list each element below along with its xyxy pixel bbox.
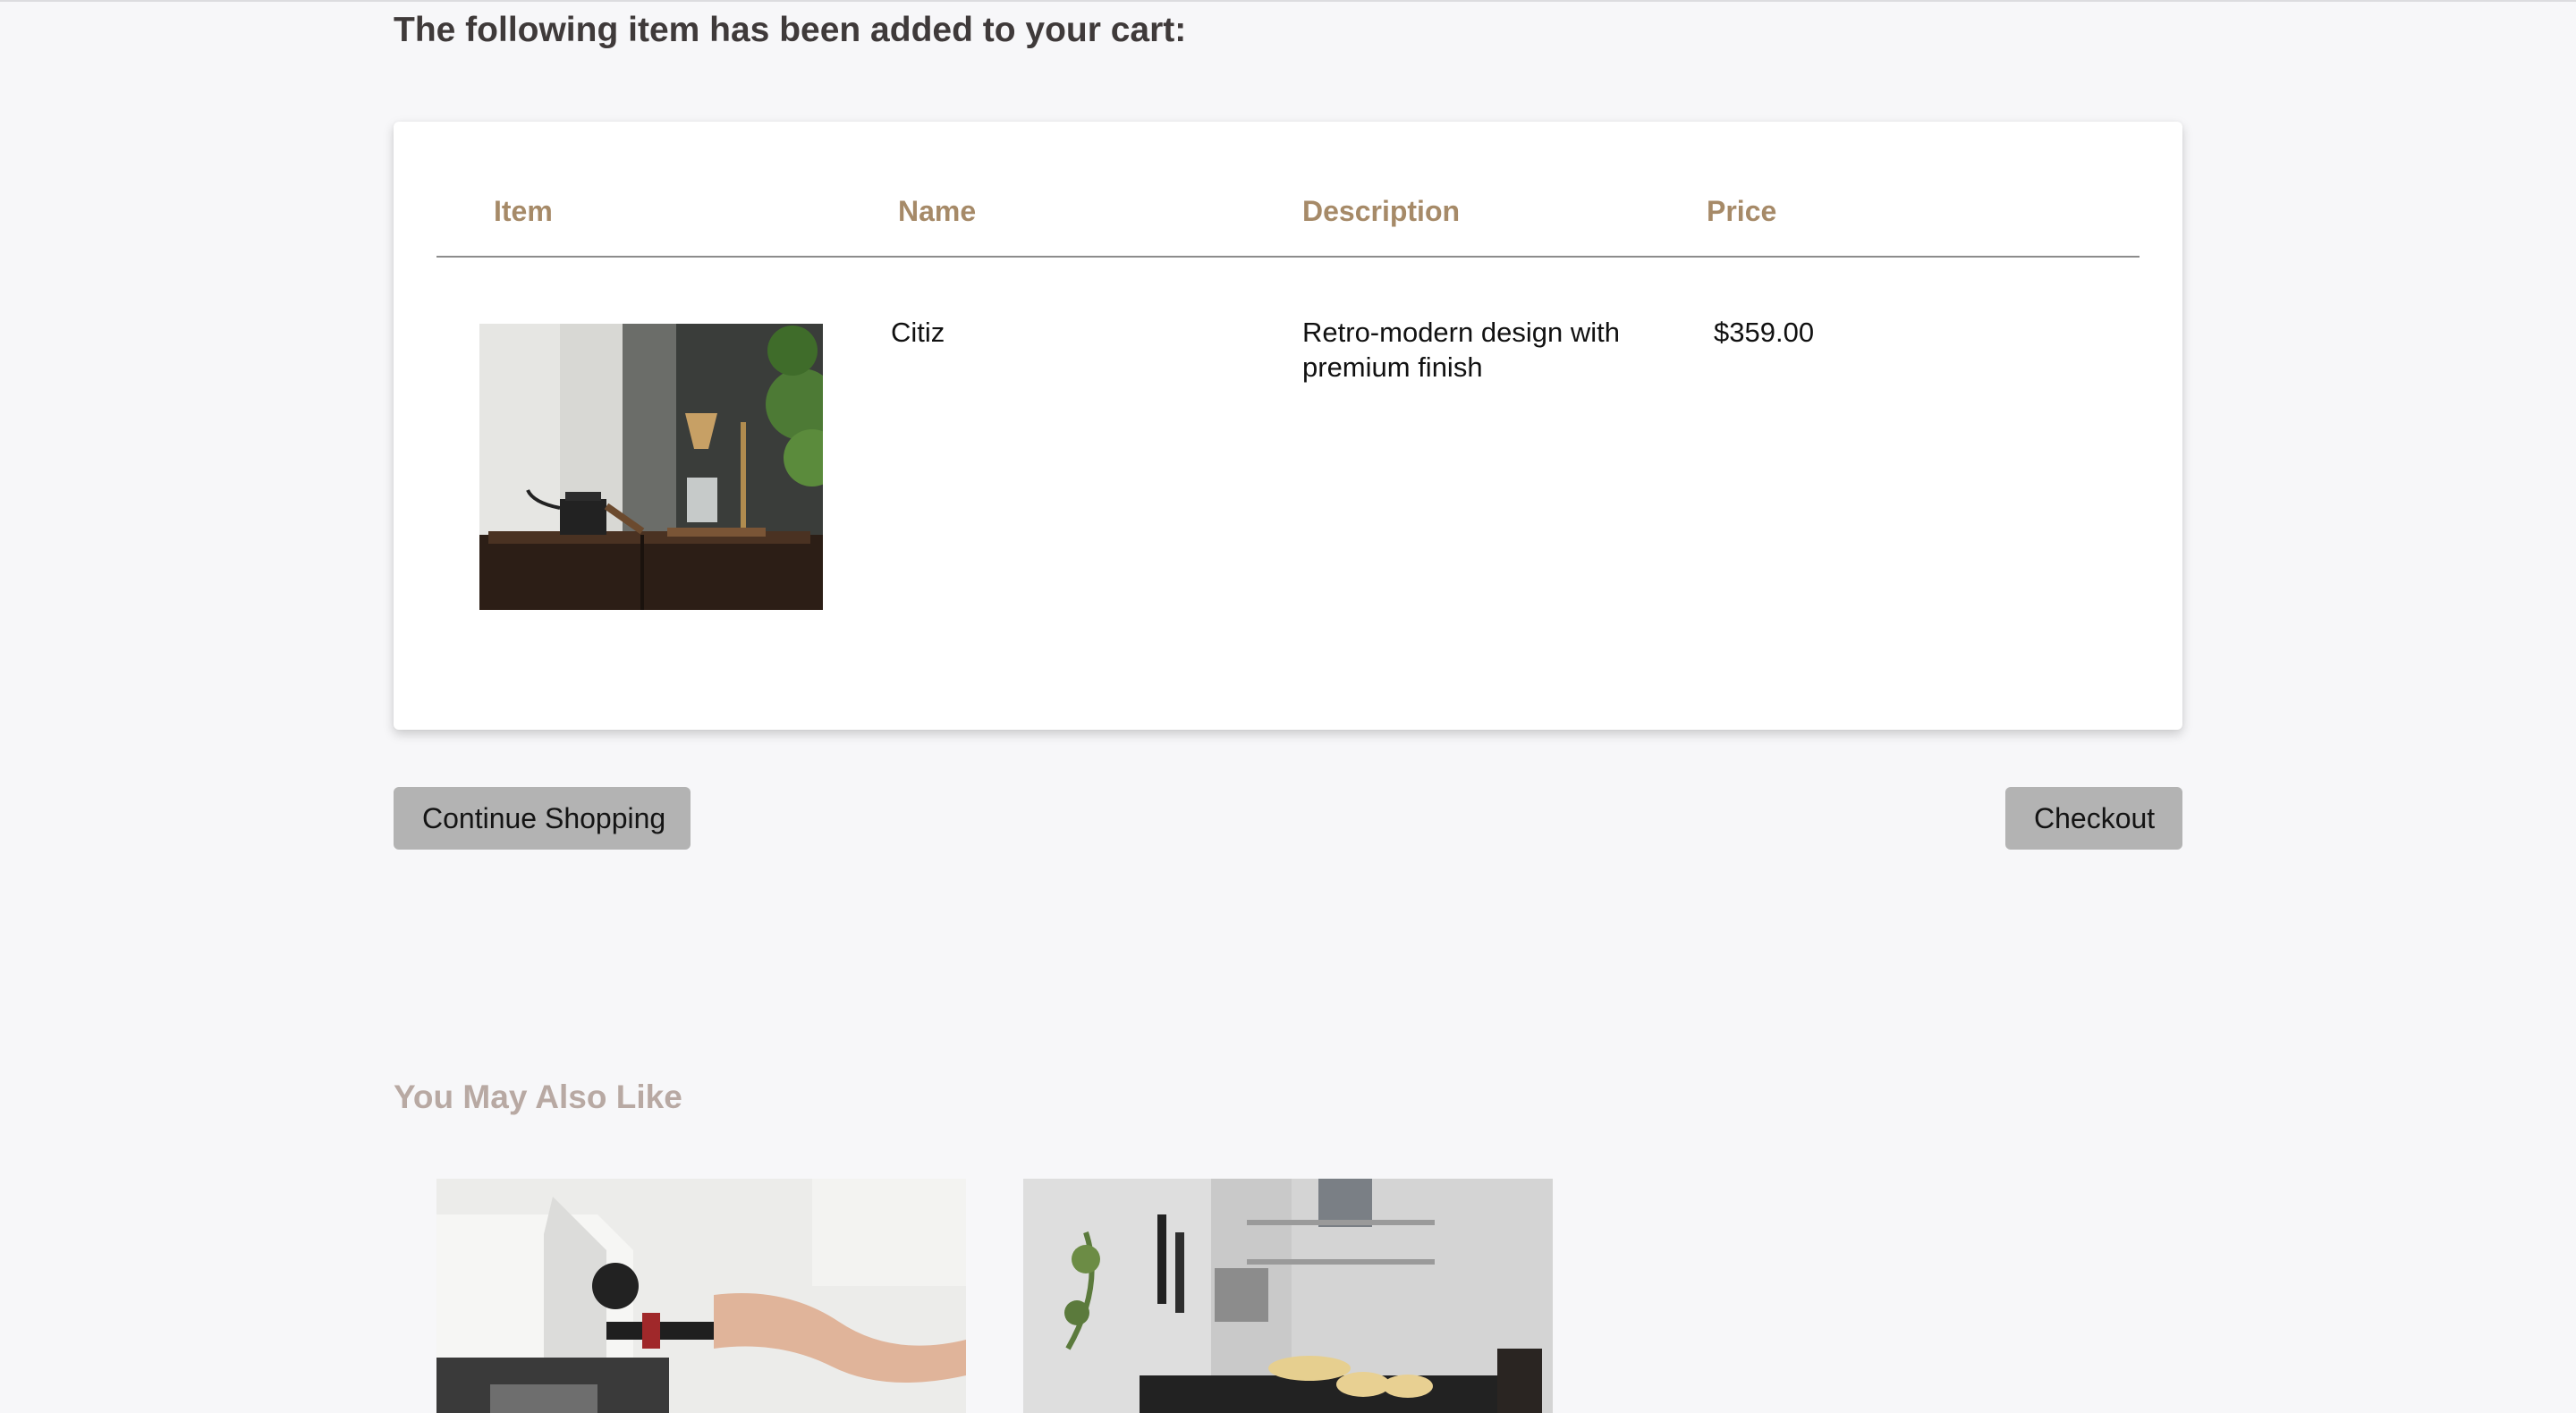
top-divider: [0, 0, 2576, 2]
page-title: The following item has been added to you…: [394, 11, 1187, 49]
cart-table-card: Item Name Description Price Citiz Retro-…: [394, 122, 2182, 730]
recommendations-title: You May Also Like: [394, 1079, 682, 1115]
header-divider: [436, 256, 2140, 258]
cart-item-description: Retro-modern design with premium finish: [1302, 317, 1620, 383]
recommendation-image-1: [436, 1179, 966, 1413]
recommendation-image-2: [1023, 1179, 1553, 1413]
column-header-item: Item: [494, 195, 553, 227]
recommendation-card-1[interactable]: [436, 1179, 966, 1413]
cart-item-name: Citiz: [891, 317, 945, 348]
column-header-price: Price: [1707, 195, 1777, 227]
column-header-name: Name: [898, 195, 977, 227]
column-header-description: Description: [1302, 195, 1461, 227]
cart-item-image: [479, 324, 823, 610]
continue-shopping-button[interactable]: Continue Shopping: [394, 787, 691, 850]
cart-item-price: $359.00: [1714, 317, 1815, 348]
checkout-button[interactable]: Checkout: [2005, 787, 2182, 850]
recommendation-card-2[interactable]: [1023, 1179, 1553, 1413]
